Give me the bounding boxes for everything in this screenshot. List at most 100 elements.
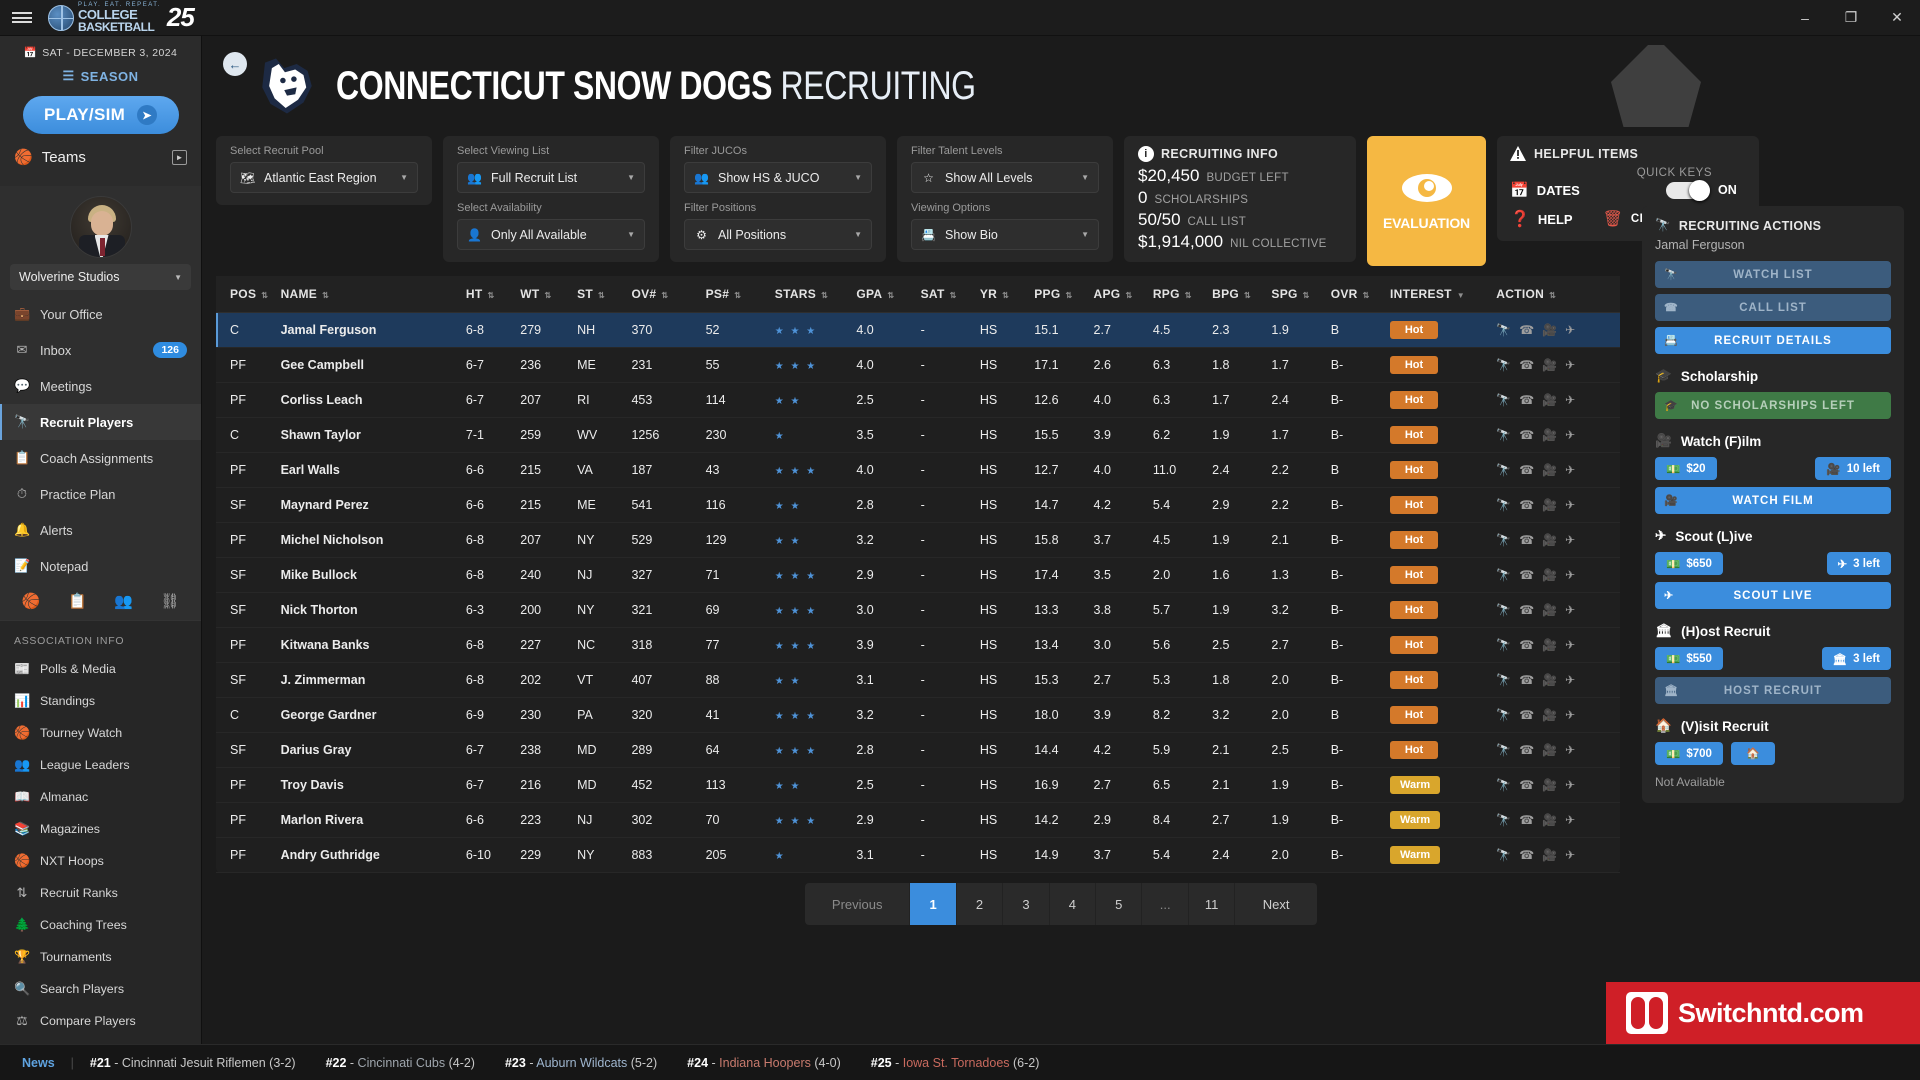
- pagination-page-2[interactable]: 2: [957, 883, 1004, 925]
- table-row[interactable]: PF Troy Davis 6-7 216 MD 452 113 ★ ★ 2.5- HS 16.9 2…: [216, 767, 1620, 803]
- column-header-yr[interactable]: YR ⇅: [979, 276, 1035, 313]
- pagination-next[interactable]: Next: [1235, 883, 1317, 925]
- table-row[interactable]: C George Gardner 6-9 230 PA 320 41 ★ ★ ★ 3.2- HS 1…: [216, 697, 1620, 733]
- scout-icon[interactable]: ✈: [1565, 463, 1575, 477]
- scout-icon[interactable]: ✈: [1565, 778, 1575, 792]
- availability-select[interactable]: 👤 Only All Available ▼: [457, 219, 645, 250]
- table-row[interactable]: C Jamal Ferguson 6-8 279 NH 370 52 ★ ★ ★ 4.0- HS 1…: [216, 312, 1620, 348]
- film-icon[interactable]: 🎥: [1542, 463, 1557, 477]
- scout-live-button[interactable]: ✈ SCOUT LIVE: [1655, 582, 1891, 609]
- column-header-ov[interactable]: OV# ⇅: [631, 276, 706, 313]
- call-list-icon[interactable]: ☎: [1519, 358, 1534, 372]
- sidebar-item-recruit-players[interactable]: 🔭 Recruit Players: [0, 404, 201, 440]
- scout-icon[interactable]: ✈: [1565, 708, 1575, 722]
- ticker-item[interactable]: #25 - Iowa St. Tornadoes (6-2): [871, 1056, 1040, 1070]
- column-header-spg[interactable]: SPG ⇅: [1271, 276, 1331, 313]
- sidebar-item-tournaments[interactable]: 🏆 Tournaments: [0, 941, 201, 973]
- call-list-icon[interactable]: ☎: [1519, 813, 1534, 827]
- column-header-wt[interactable]: WT ⇅: [520, 276, 578, 313]
- back-button[interactable]: ←: [223, 52, 247, 76]
- table-row[interactable]: SF J. Zimmerman 6-8 202 VT 407 88 ★ ★ 3.1- HS 15.3…: [216, 662, 1620, 698]
- column-header-interest[interactable]: INTEREST ▼: [1390, 276, 1497, 313]
- sidebar-item-standings[interactable]: 📊 Standings: [0, 685, 201, 717]
- watch-list-icon[interactable]: 🔭: [1496, 463, 1511, 477]
- sort-icon[interactable]: ⇅: [1244, 291, 1251, 300]
- film-icon[interactable]: 🎥: [1542, 848, 1557, 862]
- film-icon[interactable]: 🎥: [1542, 708, 1557, 722]
- ticker-item[interactable]: #21 - Cincinnati Jesuit Riflemen (3-2): [90, 1056, 296, 1070]
- watch-list-icon[interactable]: 🔭: [1496, 743, 1511, 757]
- pagination-page-3[interactable]: 3: [1003, 883, 1050, 925]
- film-icon[interactable]: 🎥: [1542, 393, 1557, 407]
- column-header-st[interactable]: ST ⇅: [577, 276, 632, 313]
- positions-select[interactable]: ⚙ All Positions ▼: [684, 219, 872, 250]
- talent-levels-select[interactable]: ☆ Show All Levels ▼: [911, 162, 1099, 193]
- sidebar-item-tourney-watch[interactable]: 🏀 Tourney Watch: [0, 717, 201, 749]
- table-row[interactable]: PF Marlon Rivera 6-6 223 NJ 302 70 ★ ★ ★ 2.9- HS 1…: [216, 802, 1620, 838]
- column-header-apg[interactable]: APG ⇅: [1093, 276, 1153, 313]
- watch-list-icon[interactable]: 🔭: [1496, 323, 1511, 337]
- table-row[interactable]: PF Andry Guthridge 6-10 229 NY 883 205 ★ 3.1- HS 1…: [216, 837, 1620, 873]
- viewing-options-select[interactable]: 📇 Show Bio ▼: [911, 219, 1099, 250]
- sort-icon[interactable]: ⇅: [545, 291, 552, 300]
- scout-icon[interactable]: ✈: [1565, 848, 1575, 862]
- sidebar-item-almanac[interactable]: 📖 Almanac: [0, 781, 201, 813]
- film-icon[interactable]: 🎥: [1542, 358, 1557, 372]
- table-row[interactable]: PF Michel Nicholson 6-8 207 NY 529 129 ★ ★ 3.2- H…: [216, 522, 1620, 558]
- viewing-list-select[interactable]: 👥 Full Recruit List ▼: [457, 162, 645, 193]
- watch-list-icon[interactable]: 🔭: [1496, 358, 1511, 372]
- maximize-button[interactable]: ❐: [1828, 0, 1874, 36]
- column-header-gpa[interactable]: GPA ⇅: [856, 276, 921, 313]
- call-list-icon[interactable]: ☎: [1519, 778, 1534, 792]
- column-header-ht[interactable]: HT ⇅: [465, 276, 521, 313]
- column-header-ovr[interactable]: OVR ⇅: [1330, 276, 1391, 313]
- sort-icon[interactable]: ⇅: [1303, 291, 1310, 300]
- call-list-icon[interactable]: ☎: [1519, 708, 1534, 722]
- expand-icon[interactable]: ►: [172, 149, 187, 165]
- watch-list-icon[interactable]: 🔭: [1496, 603, 1511, 617]
- watch-list-icon[interactable]: 🔭: [1496, 568, 1511, 582]
- sort-icon[interactable]: ⇅: [950, 291, 957, 300]
- scout-icon[interactable]: ✈: [1565, 568, 1575, 582]
- column-header-name[interactable]: NAME ⇅: [280, 276, 466, 313]
- sidebar-item-league-leaders[interactable]: 👥 League Leaders: [0, 749, 201, 781]
- watch-list-icon[interactable]: 🔭: [1496, 673, 1511, 687]
- scout-icon[interactable]: ✈: [1565, 603, 1575, 617]
- scout-icon[interactable]: ✈: [1565, 358, 1575, 372]
- scout-icon[interactable]: ✈: [1565, 743, 1575, 757]
- film-icon[interactable]: 🎥: [1542, 778, 1557, 792]
- column-header-action[interactable]: ACTION ⇅: [1496, 276, 1620, 313]
- play-sim-button[interactable]: PLAY/SIM ➤: [22, 96, 179, 134]
- scout-icon[interactable]: ✈: [1565, 533, 1575, 547]
- sidebar-item-meetings[interactable]: 💬 Meetings: [0, 368, 201, 404]
- people-icon[interactable]: 👥: [101, 592, 147, 610]
- scout-icon[interactable]: ✈: [1565, 638, 1575, 652]
- evaluation-button[interactable]: EVALUATION: [1367, 136, 1486, 266]
- watch-list-icon[interactable]: 🔭: [1496, 498, 1511, 512]
- sort-icon[interactable]: ⇅: [1065, 291, 1072, 300]
- teams-button[interactable]: 🏀 Teams ►: [0, 148, 201, 178]
- column-header-rpg[interactable]: RPG ⇅: [1152, 276, 1213, 313]
- film-icon[interactable]: 🎥: [1542, 323, 1557, 337]
- hamburger-menu-icon[interactable]: [0, 0, 44, 36]
- studio-selector[interactable]: Wolverine Studios ▼: [10, 264, 191, 290]
- watch-list-icon[interactable]: 🔭: [1496, 848, 1511, 862]
- sort-icon[interactable]: ⇅: [734, 291, 741, 300]
- table-row[interactable]: PF Corliss Leach 6-7 207 RI 453 114 ★ ★ 2.5- HS 12…: [216, 382, 1620, 418]
- call-list-icon[interactable]: ☎: [1519, 323, 1534, 337]
- sidebar-item-coach-assignments[interactable]: 📋 Coach Assignments: [0, 440, 201, 476]
- column-header-ppg[interactable]: PPG ⇅: [1034, 276, 1094, 313]
- sidebar-item-search-players[interactable]: 🔍 Search Players: [0, 973, 201, 1005]
- scout-icon[interactable]: ✈: [1565, 323, 1575, 337]
- recruit-pool-select[interactable]: 🗺 Atlantic East Region ▼: [230, 162, 418, 193]
- sidebar-item-polls-media[interactable]: 📰 Polls & Media: [0, 653, 201, 685]
- call-list-button[interactable]: ☎ CALL LIST: [1655, 294, 1891, 321]
- close-button[interactable]: ✕: [1874, 0, 1920, 36]
- table-row[interactable]: SF Maynard Perez 6-6 215 ME 541 116 ★ ★ 2.8- HS 14…: [216, 487, 1620, 523]
- call-list-icon[interactable]: ☎: [1519, 673, 1534, 687]
- sidebar-item-inbox[interactable]: ✉ Inbox 126: [0, 332, 201, 368]
- sort-icon[interactable]: ⇅: [598, 291, 605, 300]
- watch-film-button[interactable]: 🎥 WATCH FILM: [1655, 487, 1891, 514]
- call-list-icon[interactable]: ☎: [1519, 498, 1534, 512]
- help-icon[interactable]: ❓: [1510, 209, 1530, 229]
